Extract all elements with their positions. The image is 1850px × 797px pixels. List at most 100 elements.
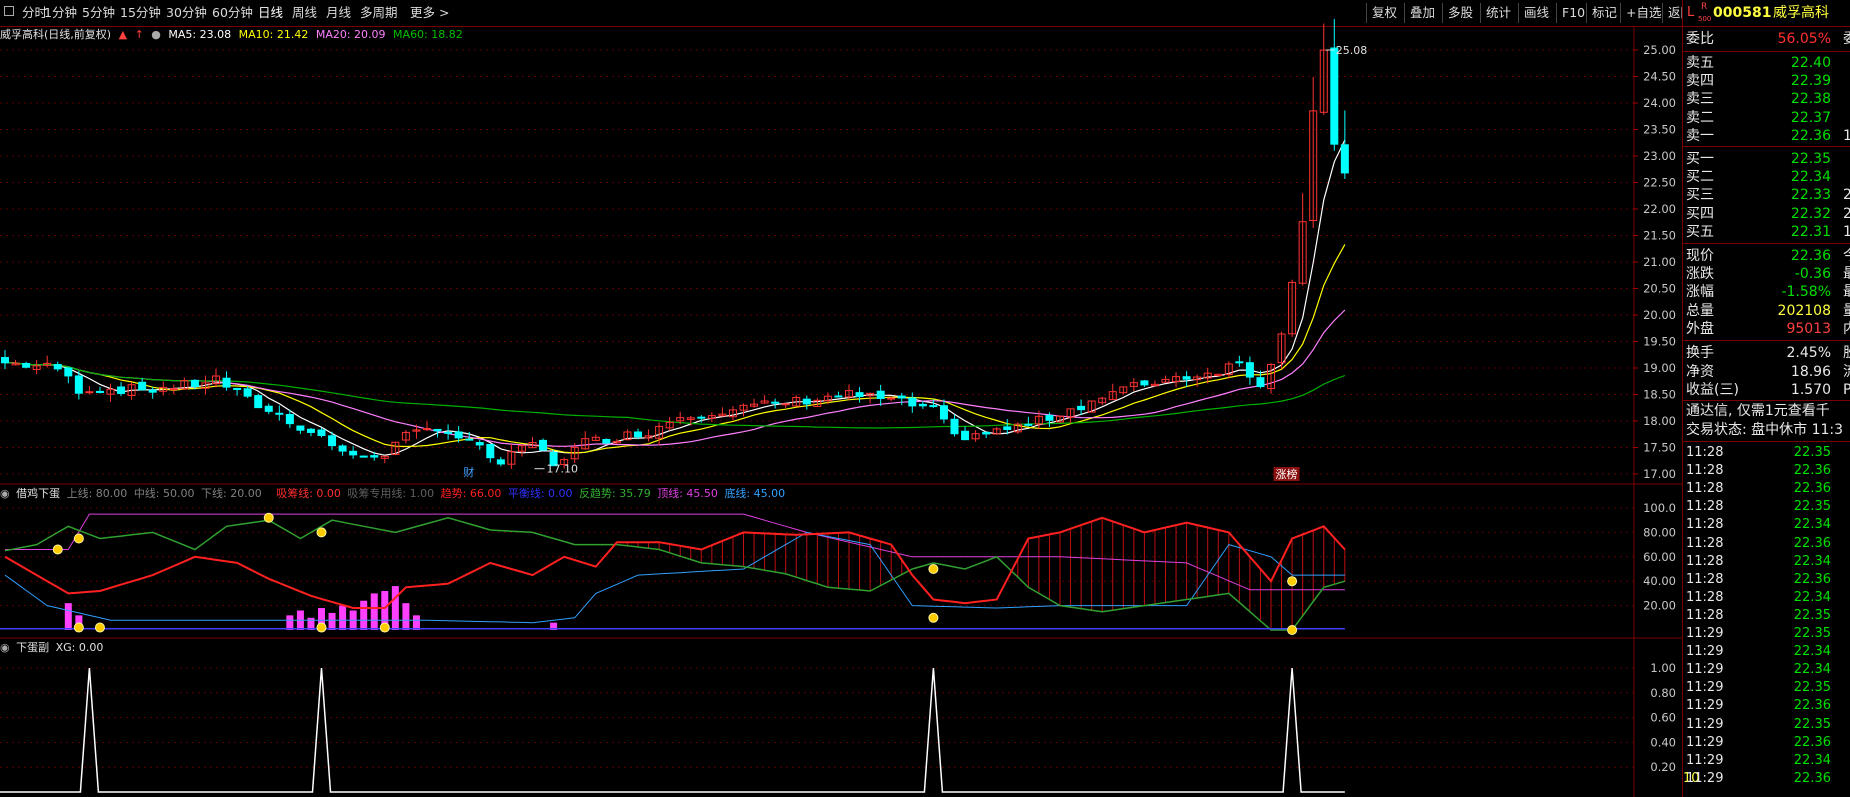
ask-row-3-value: 22.37	[1790, 109, 1831, 126]
price-axis-label: 19.50	[1643, 335, 1676, 349]
kline-chart-area[interactable]: 25.0817.10财 涨榜 25.0024.5024.0023.5023.002…	[0, 0, 1682, 797]
bid-row-3-value: 22.32	[1790, 205, 1831, 222]
tick-time: 11:29	[1686, 716, 1724, 732]
stat2-row-1-extra: 流通	[1843, 363, 1850, 381]
indicator2-name[interactable]: 下蛋副	[16, 641, 49, 654]
candle-body	[982, 431, 991, 435]
egg-marker	[52, 544, 63, 555]
stat-row-1-extra: 最高	[1843, 265, 1850, 283]
egg-marker	[263, 512, 274, 523]
candle-body	[169, 388, 178, 391]
ask-row-1-value: 22.39	[1790, 73, 1831, 90]
ask-row-4-value: 22.36	[1790, 127, 1831, 144]
candlesticks	[1, 19, 1349, 469]
indicator1-bottom: 底线: 45.00	[724, 487, 786, 500]
candle-body	[338, 445, 347, 452]
absorb-bar	[391, 586, 399, 630]
tick-time: 11:28	[1686, 445, 1724, 460]
divider	[1683, 441, 1850, 442]
candle-body	[138, 381, 147, 391]
tick-price: 22.36	[1793, 770, 1831, 786]
tick-row: 11:29 22.35	[1683, 679, 1850, 697]
tick-time: 11:29	[1686, 662, 1724, 678]
indicator1-axis-label: 40.00	[1643, 574, 1676, 588]
indicator2-titlebar: ◉ 下蛋副 XG: 0.00	[0, 640, 106, 656]
price-axis-label: 17.50	[1643, 441, 1676, 455]
stat-row-2: 涨幅 -1.58% 最低	[1683, 283, 1850, 301]
candle-body	[85, 391, 94, 394]
tick-time: 11:28	[1686, 517, 1724, 533]
tick-row: 11:29 22.34	[1683, 643, 1850, 661]
candle-body	[454, 431, 463, 439]
indicator1-axis-label: 20.00	[1643, 599, 1676, 613]
tick-row: 11:29 22.35	[1683, 716, 1850, 734]
ask-row-2: 卖三 22.38	[1683, 90, 1850, 108]
candle-body	[1182, 376, 1191, 380]
candle-body	[939, 405, 948, 420]
promo-message[interactable]: 通达信, 仅需1元查看千	[1686, 402, 1850, 421]
candle-body	[317, 429, 326, 436]
absorb-bar	[339, 605, 347, 630]
price-axis-label: 18.00	[1643, 414, 1676, 428]
tick-price: 22.35	[1793, 445, 1831, 460]
stock-code[interactable]: 000581	[1713, 0, 1771, 26]
ask-row-0-value: 22.40	[1790, 55, 1831, 71]
candle-body	[243, 388, 252, 397]
candle-body	[834, 395, 843, 398]
candle-body	[802, 398, 811, 405]
bid-row-4: 买五 22.31 1	[1683, 223, 1850, 241]
stat-row-2-value: -1.58%	[1781, 284, 1831, 301]
price-axis-label: 18.50	[1643, 388, 1676, 402]
indicator1-middle: 中线: 50.00	[133, 487, 195, 500]
stat-row-3-label: 总量	[1686, 302, 1714, 319]
stat-row-0-extra: 今开	[1843, 247, 1850, 265]
candle-body	[53, 363, 62, 370]
indicator1-titlebar: ◉ 借鸡下蛋 上线: 80.00 中线: 50.00 下线: 20.00 吸筹线…	[0, 486, 788, 502]
ask-row-3: 卖二 22.37	[1683, 109, 1850, 127]
bid-row-1-value: 22.34	[1790, 169, 1831, 186]
divider	[1683, 243, 1850, 244]
trading-status: 交易状态: 盘中休市 11:3	[1686, 422, 1844, 438]
quote-panel: L R 500 000581 威孚高科 委比 56.05% 委差 卖五 22.40…	[1682, 0, 1850, 797]
bid-row-4-extra: 1	[1843, 223, 1850, 241]
tick-time: 11:28	[1686, 499, 1724, 515]
stat-row-4: 外盘 95013 内盘	[1683, 320, 1850, 338]
candle-body	[465, 438, 474, 441]
ask-row-0: 卖五 22.40	[1683, 54, 1850, 72]
tick-row: 11:29 22.34	[1683, 752, 1850, 770]
indicator1-plot	[0, 512, 1346, 635]
indicator1-name[interactable]: 借鸡下蛋	[16, 487, 60, 500]
bid-row-0-value: 22.35	[1790, 151, 1831, 167]
xg-signal-line	[0, 667, 1345, 793]
tick-price: 22.34	[1793, 553, 1831, 569]
tick-time: 11:29	[1686, 752, 1724, 768]
tick-price: 22.36	[1793, 571, 1831, 587]
bid-row-1-label: 买二	[1686, 169, 1714, 186]
tick-time: 11:29	[1686, 644, 1724, 660]
tick-time: 11:28	[1686, 571, 1724, 587]
candle-body	[254, 395, 263, 409]
stat-row-3-value: 202108	[1777, 302, 1831, 319]
divider	[1683, 51, 1850, 52]
order-ratio-value: 56.05%	[1777, 31, 1831, 47]
candle-body	[486, 443, 495, 459]
candle-body	[950, 418, 959, 435]
candle-body	[1330, 47, 1339, 145]
candle-body	[897, 395, 906, 399]
tick-price: 22.34	[1793, 589, 1831, 605]
candle-body	[233, 387, 242, 390]
absorb-bar	[360, 600, 368, 630]
price-axis-label: 24.50	[1643, 70, 1676, 84]
stock-name[interactable]: 威孚高科	[1773, 0, 1829, 26]
tick-row: 11:28 22.36	[1683, 571, 1850, 589]
indicator1-toggle-icon[interactable]: ◉	[0, 487, 10, 500]
candle-body	[95, 390, 104, 393]
stat-row-0-label: 现价	[1686, 248, 1714, 264]
ask-row-3-label: 卖二	[1686, 109, 1714, 126]
candle-body	[117, 386, 126, 394]
price-axis-label: 21.00	[1643, 255, 1676, 269]
tick-time: 11:29	[1686, 680, 1724, 696]
indicator2-toggle-icon[interactable]: ◉	[0, 641, 10, 654]
candle-body	[22, 362, 31, 368]
stat-row-1-value: -0.36	[1794, 266, 1831, 283]
